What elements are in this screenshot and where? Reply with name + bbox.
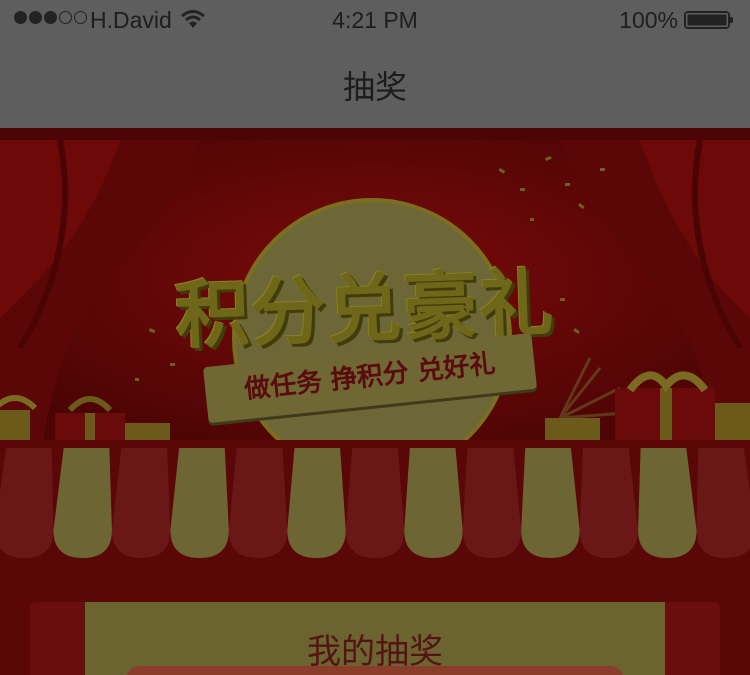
battery-icon xyxy=(684,11,733,29)
awning-stripe xyxy=(462,448,522,558)
awning-stripe xyxy=(521,448,580,558)
draw-button[interactable] xyxy=(126,666,624,675)
awning-stripe xyxy=(345,448,405,558)
awning-stripe xyxy=(53,448,112,558)
status-bar: H.David 4:21 PM 100% xyxy=(0,0,750,40)
striped-awning xyxy=(0,440,750,565)
my-lottery-panel: 我的抽奖 xyxy=(30,602,720,675)
awning-stripe xyxy=(228,448,288,558)
awning-stripe xyxy=(170,448,229,558)
lottery-screen: H.David 4:21 PM 100% 抽奖 积分兑豪礼 做任务 挣积分 兑好… xyxy=(0,0,750,675)
awning-stripe xyxy=(0,448,54,558)
awning-stripe xyxy=(579,448,639,558)
awning-stripe xyxy=(696,448,750,558)
promo-banner: 积分兑豪礼 做任务 挣积分 兑好礼 xyxy=(0,128,750,458)
my-lottery-header: 我的抽奖 xyxy=(85,602,665,675)
awning-stripe xyxy=(638,448,697,558)
navigation-bar: 抽奖 xyxy=(0,40,750,128)
battery-percentage: 100% xyxy=(619,7,678,33)
page-title: 抽奖 xyxy=(342,68,407,106)
awning-stripe xyxy=(287,448,346,558)
awning-stripe xyxy=(404,448,463,558)
awning-stripe xyxy=(111,448,171,558)
